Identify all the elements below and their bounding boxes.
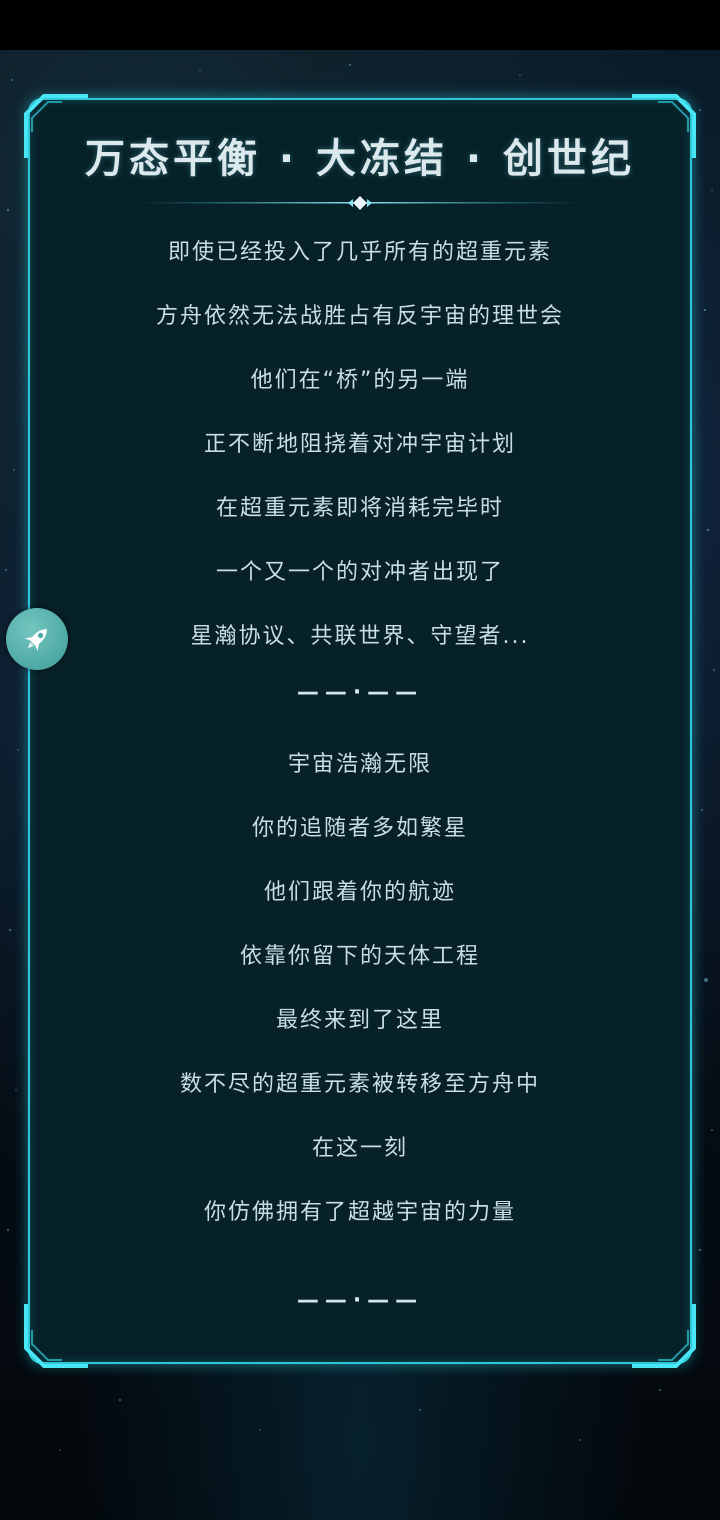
story-line: 星瀚协议、共联世界、守望者...	[190, 624, 530, 649]
story-line: 宇宙浩瀚无限	[287, 752, 432, 777]
title-divider	[140, 196, 580, 210]
story-line: 数不尽的超重元素被转移至方舟中	[179, 1072, 540, 1097]
section-separator: ——·——	[296, 1288, 424, 1313]
screen: 万态平衡 · 大冻结 · 创世纪 即使已经投入了几乎所有的超重元素 方舟依然无法…	[0, 0, 720, 1520]
story-line: 在这一刻	[311, 1136, 408, 1161]
rocket-float-button[interactable]	[6, 608, 68, 670]
story-panel	[28, 98, 692, 1364]
story-line: 即使已经投入了几乎所有的超重元素	[167, 240, 552, 265]
story-line: 你仿佛拥有了超越宇宙的力量	[203, 1200, 516, 1225]
diamond-icon	[348, 196, 372, 210]
story-line: 一个又一个的对冲者出现了	[215, 560, 504, 585]
rocket-icon	[24, 629, 47, 652]
story-line: 方舟依然无法战胜占有反宇宙的理世会	[155, 304, 564, 329]
story-line: 你的追随者多如繁星	[251, 816, 468, 841]
story-line: 他们在“桥”的另一端	[250, 368, 470, 393]
story-line: 他们跟着你的航迹	[263, 880, 456, 905]
story-line: 最终来到了这里	[275, 1008, 444, 1033]
story-line: 正不断地阻挠着对冲宇宙计划	[203, 432, 516, 457]
story-line: 在超重元素即将消耗完毕时	[215, 496, 504, 521]
page-title: 万态平衡 · 大冻结 · 创世纪	[84, 136, 636, 182]
section-separator: ——·——	[296, 680, 424, 705]
story-line: 依靠你留下的天体工程	[239, 944, 480, 969]
